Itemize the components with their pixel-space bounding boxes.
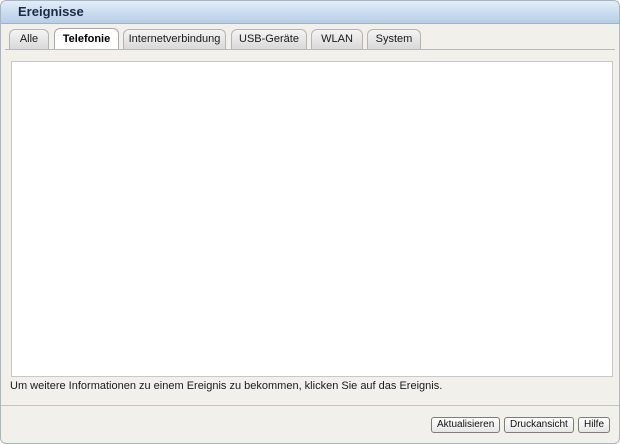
panel-title: Ereignisse <box>18 4 84 19</box>
print-view-button[interactable]: Druckansicht <box>504 417 574 433</box>
tab-alle[interactable]: Alle <box>9 29 49 49</box>
tab-strip-divider <box>5 49 615 50</box>
footer-divider <box>1 405 619 406</box>
events-list[interactable] <box>11 61 613 377</box>
tab-wlan[interactable]: WLAN <box>311 29 363 49</box>
tab-usb-geraete[interactable]: USB-Geräte <box>231 29 307 49</box>
tab-internetverbindung[interactable]: Internetverbindung <box>123 29 226 49</box>
refresh-button[interactable]: Aktualisieren <box>431 417 501 433</box>
tab-telefonie[interactable]: Telefonie <box>54 28 119 50</box>
help-button[interactable]: Hilfe <box>578 417 611 433</box>
events-panel: Ereignisse Alle Telefonie Internetverbin… <box>0 0 620 444</box>
info-text: Um weitere Informationen zu einem Ereign… <box>10 380 443 392</box>
panel-header: Ereignisse <box>1 1 619 24</box>
tab-system[interactable]: System <box>367 29 421 49</box>
